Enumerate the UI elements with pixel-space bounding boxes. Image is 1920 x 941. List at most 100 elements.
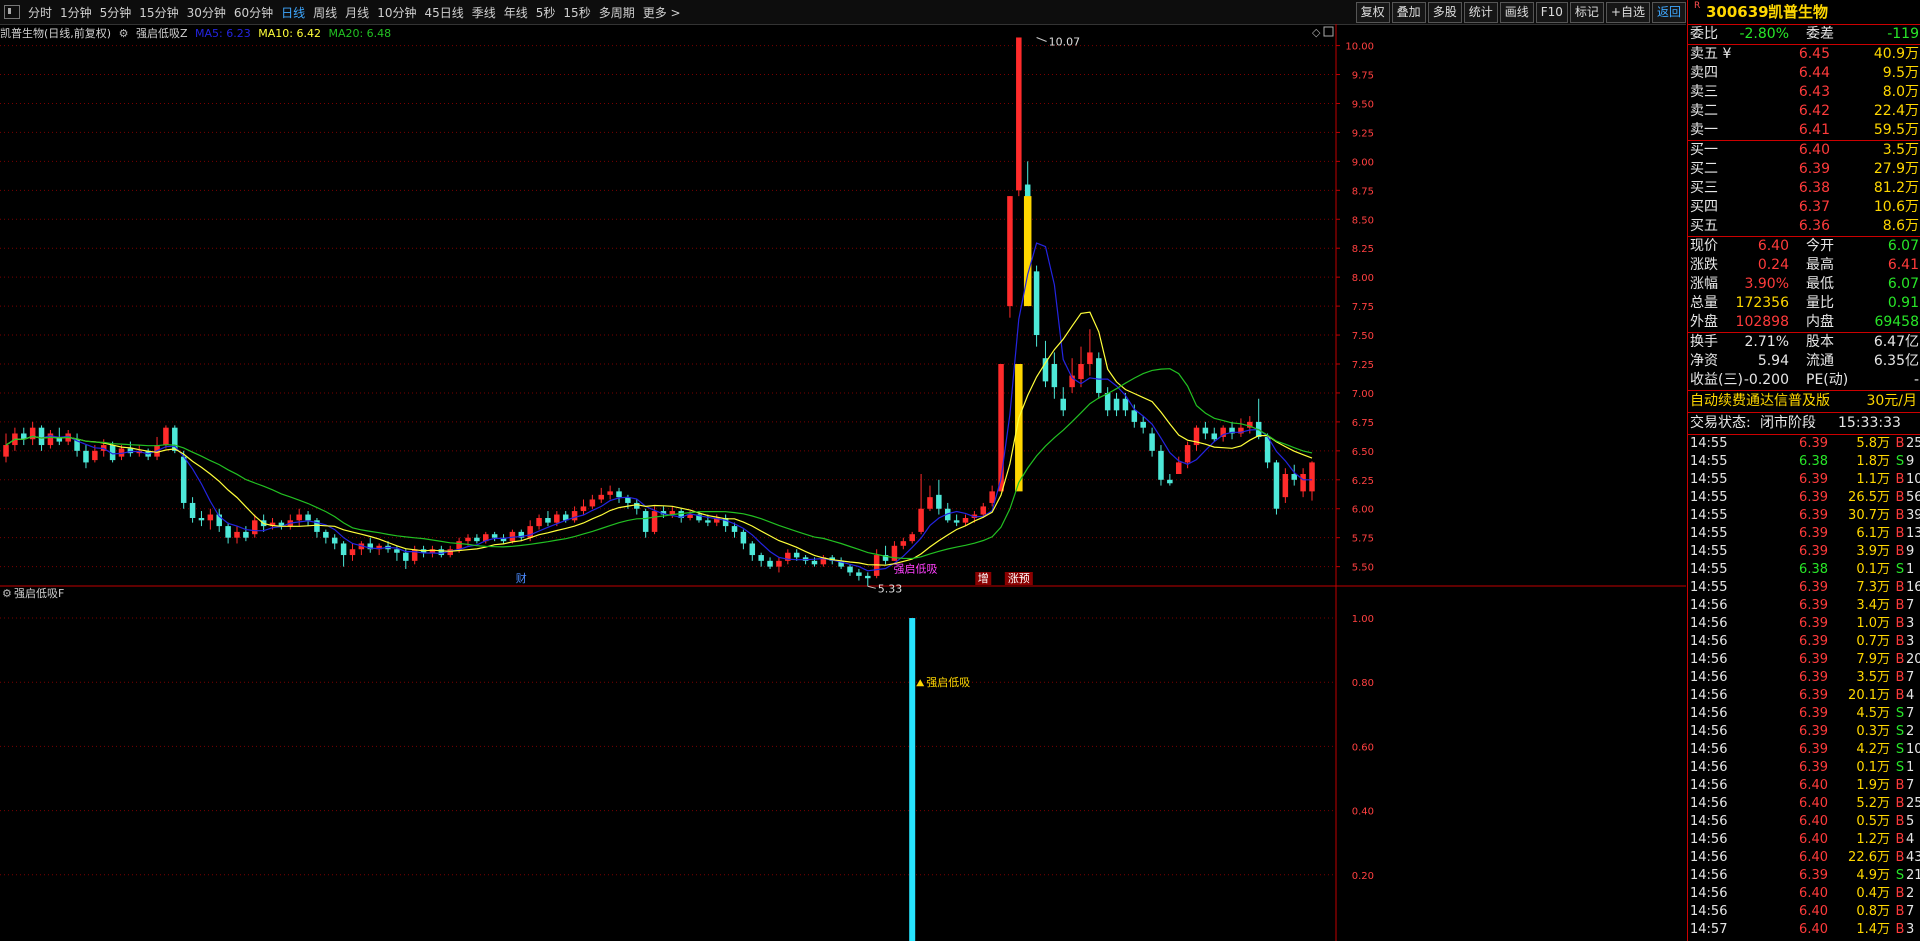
tick-direction: B (1895, 850, 1905, 865)
candle-body (900, 541, 907, 546)
tick-direction: B (1895, 472, 1905, 487)
tick-count: 7 (1906, 904, 1915, 919)
period-tab[interactable]: 5分钟 (96, 6, 136, 20)
period-tab[interactable]: 30分钟 (183, 6, 230, 20)
candle-body (340, 543, 347, 556)
orderbook-row[interactable]: 卖二 6.42 22.4万 (1688, 102, 1920, 121)
low-price-label: 5.33 (878, 582, 903, 595)
tool-button[interactable]: 叠加 (1391, 2, 1426, 23)
orderbook-row[interactable]: 买一 6.40 3.5万 (1688, 141, 1920, 160)
stat-value: 5.94 (1757, 353, 1789, 369)
tick-time: 14:56 (1690, 850, 1728, 865)
tick-row: 14:56 6.40 0.8万 B 7 (1688, 903, 1920, 921)
orderbook-row[interactable]: 买四 6.37 10.6万 (1688, 198, 1920, 217)
orderbook-row[interactable]: 卖一 6.41 59.5万 (1688, 121, 1920, 140)
tick-count: 21 (1906, 868, 1920, 883)
period-tab[interactable]: 60分钟 (230, 6, 277, 20)
period-tab[interactable]: 15分钟 (135, 6, 182, 20)
tool-button[interactable]: +自选 (1605, 2, 1650, 23)
tool-button[interactable]: F10 (1535, 2, 1568, 23)
promo-price[interactable]: 30元/月 (1866, 391, 1917, 412)
price-tick-label: 6.00 (1352, 505, 1374, 516)
tool-button[interactable]: 标记 (1569, 2, 1604, 23)
period-tab[interactable]: 多周期 (595, 6, 639, 20)
price-tick-label: 6.25 (1352, 476, 1374, 487)
stat-label: 股本 (1806, 334, 1834, 350)
tick-row: 14:56 6.39 20.1万 B 4 (1688, 687, 1920, 705)
period-tab[interactable]: 周线 (309, 6, 341, 20)
price-tick-label: 8.25 (1352, 244, 1374, 255)
stat-value: 69458 (1874, 314, 1919, 330)
period-tab[interactable]: 5秒 (532, 6, 560, 20)
stat-value: - (1913, 372, 1919, 388)
price-tick-label: 8.50 (1352, 215, 1374, 226)
orderbook-label: 卖二 (1690, 103, 1718, 119)
tick-list[interactable]: 14:556.395.8万B2514:556.381.8万S914:556.39… (1688, 434, 1920, 939)
stat-row: 现价 6.40 今开 6.07 (1688, 237, 1920, 256)
tick-direction: B (1895, 580, 1905, 595)
orderbook-row[interactable]: 买三 6.38 81.2万 (1688, 179, 1920, 198)
candle-body (909, 534, 915, 542)
tick-row: 14:55 6.39 7.3万 B16 (1688, 579, 1920, 597)
tick-count: 2 (1906, 886, 1915, 901)
orderbook-row[interactable]: 卖五 ¥ 6.45 40.9万 (1688, 45, 1920, 64)
tick-count: 3 (1906, 634, 1915, 649)
tick-volume: 4.5万 (1856, 706, 1890, 721)
orderbook-price: 6.45 (1798, 46, 1830, 62)
tool-button[interactable]: 返回 (1651, 2, 1686, 23)
period-tab[interactable]: 月线 (341, 6, 373, 20)
candle-body (758, 555, 764, 561)
orderbook-price: 6.36 (1798, 218, 1830, 234)
candle-body (589, 499, 596, 507)
period-tab[interactable]: 日线 (277, 6, 309, 20)
kline-chart[interactable]: 10.00 9.75 9.50 9.25 9.00 8.75 8.50 8.25 8.00 7.7… (0, 24, 1686, 941)
orderbook-row[interactable]: 卖三 6.43 8.0万 (1688, 83, 1920, 102)
period-tab[interactable]: 更多 > (639, 6, 685, 20)
candle-body (83, 450, 89, 463)
tool-button[interactable]: 多股 (1427, 2, 1462, 23)
promo-text[interactable]: 自动续费通达信普及版 (1690, 391, 1830, 412)
tick-volume: 1.8万 (1856, 454, 1890, 469)
tick-count: 4 (1906, 688, 1915, 703)
candle-body (1282, 474, 1289, 498)
panel-toggle-icon[interactable] (4, 5, 20, 19)
tool-button[interactable]: 统计 (1463, 2, 1498, 23)
stat-label: 最高 (1806, 257, 1834, 273)
price-tick-label: 7.00 (1352, 389, 1374, 400)
period-tab[interactable]: 10分钟 (373, 6, 420, 20)
tick-direction: B (1895, 688, 1905, 703)
tick-volume: 0.3万 (1856, 724, 1890, 739)
sub-tick-label: 0.20 (1352, 871, 1374, 882)
webi-value: -2.80% (1739, 26, 1789, 42)
stat-label: 最低 (1806, 276, 1834, 292)
orderbook-row[interactable]: 卖四 6.44 9.5万 (1688, 64, 1920, 83)
tick-row: 14:57 6.40 1.4万 B 3 (1688, 921, 1920, 939)
tick-row: 14:56 6.39 0.7万 B 3 (1688, 633, 1920, 651)
tick-volume: 5.2万 (1856, 796, 1890, 811)
period-tab[interactable]: 年线 (500, 6, 532, 20)
tool-button[interactable]: 画线 (1499, 2, 1534, 23)
tick-time: 14:55 (1690, 436, 1728, 451)
period-tab[interactable]: 分时 (24, 6, 56, 20)
sub-tick-label: 0.40 (1352, 807, 1374, 818)
tick-price: 6.38 (1799, 562, 1828, 577)
orderbook-label: 买一 (1690, 142, 1718, 158)
candle-body (1033, 271, 1040, 336)
low-pointer (867, 585, 876, 589)
candle-body (1175, 462, 1182, 474)
sell-orders: 卖五 ¥ 6.45 40.9万 卖四 6.44 9.5万 卖三 6.43 8.0万 卖二 6.42 2… (1688, 44, 1920, 140)
buy-orders: 买一 6.40 3.5万 买二 6.39 27.9万 买三 6.38 81.2万 买四 6.37 10… (1688, 140, 1920, 236)
ma10-line (5, 311, 1313, 566)
period-tab[interactable]: 1分钟 (56, 6, 96, 20)
tool-button[interactable]: 复权 (1355, 2, 1390, 23)
candle-body (394, 549, 400, 553)
price-tick-label: 9.25 (1352, 128, 1374, 139)
orderbook-row[interactable]: 买二 6.39 27.9万 (1688, 160, 1920, 179)
tick-volume: 22.6万 (1848, 850, 1890, 865)
candle-body (1211, 433, 1218, 440)
candle-body (1167, 479, 1173, 484)
period-tab[interactable]: 季线 (468, 6, 500, 20)
orderbook-row[interactable]: 买五 6.36 8.6万 (1688, 217, 1920, 236)
period-tab[interactable]: 15秒 (559, 6, 594, 20)
period-tab[interactable]: 45日线 (420, 6, 467, 20)
